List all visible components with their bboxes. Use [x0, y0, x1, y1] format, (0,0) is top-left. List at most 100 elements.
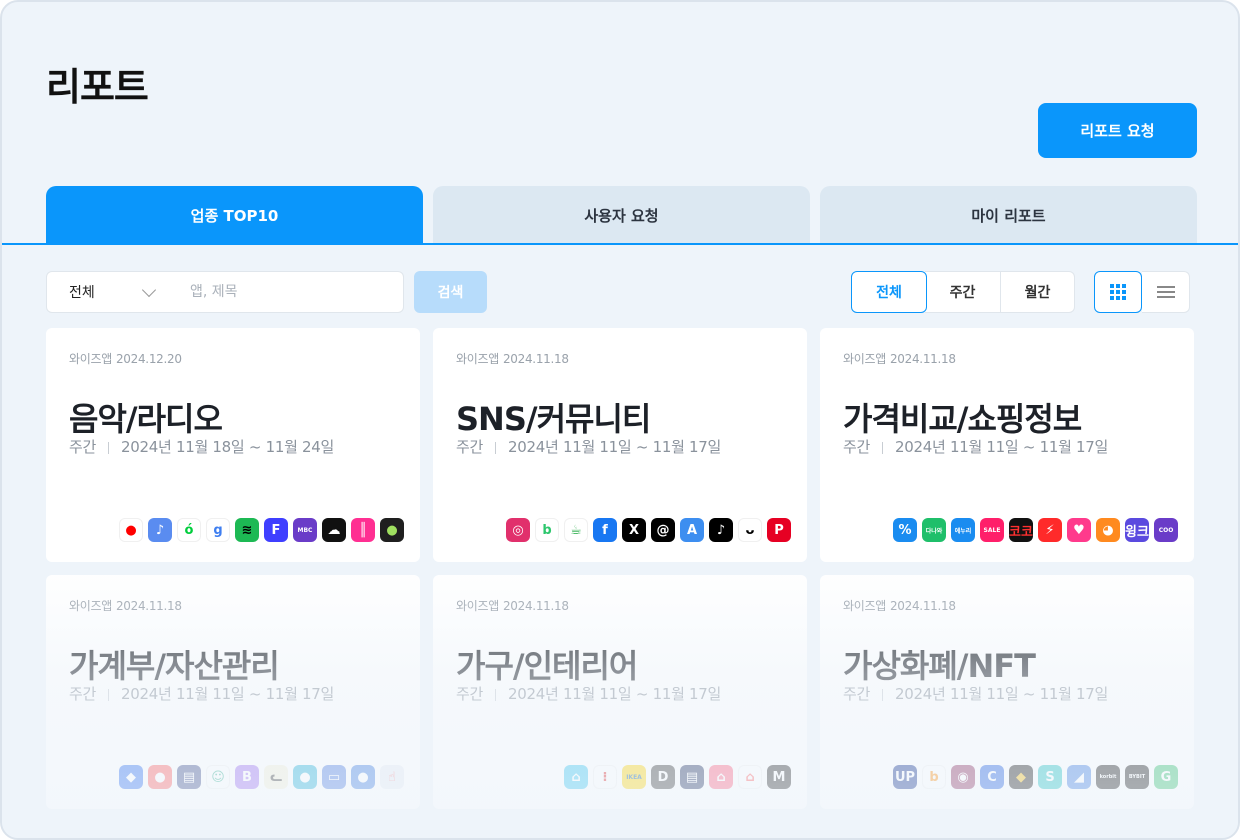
report-card[interactable]: 와이즈앱 2024.11.18 가구/인테리어 주간 2024년 11월 11일 ~ 1… [433, 575, 807, 809]
card-source: 와이즈앱 [69, 599, 112, 613]
search-button[interactable]: 검색 [414, 271, 487, 313]
x-icon: X [622, 518, 646, 542]
receipt-icon: ▤ [177, 765, 201, 789]
hanssem-icon: ⁝ [593, 765, 617, 789]
s-icon: S [1038, 765, 1062, 789]
card-title: 가격비교/쇼핑정보 [843, 400, 1082, 438]
card-date-range: 2024년 11월 11일 ~ 11월 17일 [508, 438, 722, 456]
shopping-deal-icon: SALE [980, 518, 1004, 542]
mbc-radio-icon: MBC [293, 518, 317, 542]
coin-icon: ◉ [951, 765, 975, 789]
coupon-icon: % [893, 518, 917, 542]
card-date: 2024.11.18 [115, 599, 182, 613]
soundcloud-icon: ☁ [322, 518, 346, 542]
period-all-button[interactable]: 전체 [851, 271, 927, 313]
divider [495, 441, 497, 454]
divider [495, 688, 497, 701]
lightning-icon: ⚡ [1038, 518, 1062, 542]
app-icon-list: ● ♪ ó g ≋ F MBC ☁ ║ ● [119, 518, 404, 542]
cat-ledger-icon: ᓚ [264, 765, 288, 789]
app-icon-list: ◎ b ☕ f X @ A ♪ ᴗ P [506, 518, 791, 542]
report-card[interactable]: 와이즈앱 2024.11.18 가계부/자산관리 주간 2024년 11월 11일 ~ … [46, 575, 420, 809]
card-period-type: 주간 [69, 438, 97, 456]
instagram-icon: ◎ [506, 518, 530, 542]
report-card[interactable]: 와이즈앱 2024.11.18 가격비교/쇼핑정보 주간 2024년 11월 11일 ~… [820, 328, 1194, 562]
shiba-icon: ◕ [1096, 518, 1120, 542]
period-weekly-button[interactable]: 주간 [925, 271, 1001, 313]
card-title: 가계부/자산관리 [69, 647, 280, 685]
upbit-icon: UP [893, 765, 917, 789]
app-icon-list: UP b ◉ C ◆ S ◢ korbit BYBIT G [893, 765, 1178, 789]
divider [882, 441, 884, 454]
genie-icon: g [206, 518, 230, 542]
card-title: 음악/라디오 [69, 400, 223, 438]
category-select-value: 전체 [69, 285, 95, 301]
tab-my-report[interactable]: 마이 리포트 [820, 186, 1197, 244]
band-icon: b [535, 518, 559, 542]
category-select[interactable]: 전체 [46, 271, 171, 313]
app-icon-list: % 다나와 에누리 SALE 코코 ⚡ ♥ ◕ 윙크 COO [893, 518, 1178, 542]
magazine-icon: ▤ [680, 765, 704, 789]
card-icon: ▭ [322, 765, 346, 789]
bunjang-smile-icon: ᴗ [738, 518, 762, 542]
piggy-bank-icon: ● [148, 765, 172, 789]
card-date: 2024.12.20 [115, 352, 182, 366]
card-period: 주간 2024년 11월 11일 ~ 11월 17일 [69, 683, 334, 704]
card-source: 와이즈앱 [69, 352, 112, 366]
facebook-icon: f [593, 518, 617, 542]
card-date: 2024.11.18 [502, 599, 569, 613]
tab-industry-top10[interactable]: 업종 TOP10 [46, 186, 423, 244]
card-period: 주간 2024년 11월 11일 ~ 11월 17일 [843, 683, 1108, 704]
pinky-icon: ♥ [1067, 518, 1091, 542]
chevron-down-icon [141, 282, 157, 298]
card-meta: 와이즈앱 2024.11.18 [843, 350, 956, 367]
threads-icon: @ [651, 518, 675, 542]
list-view-button[interactable] [1142, 271, 1190, 313]
m-icon: M [767, 765, 791, 789]
bithumb-icon: b [922, 765, 946, 789]
coco-discount-icon: 코코 [1009, 518, 1033, 542]
house-outline-icon: ⌂ [738, 765, 762, 789]
apple-music-icon: ♪ [148, 518, 172, 542]
card-date: 2024.11.18 [889, 599, 956, 613]
b-ledger-icon: B [235, 765, 259, 789]
card-source: 와이즈앱 [456, 352, 499, 366]
tab-underline [2, 243, 1238, 245]
search-input[interactable] [170, 271, 404, 313]
bybit-icon: BYBIT [1125, 765, 1149, 789]
report-card[interactable]: 와이즈앱 2024.11.18 SNS/커뮤니티 주간 2024년 11월 11일 ~ … [433, 328, 807, 562]
wink-icon: 윙크 [1125, 518, 1149, 542]
tiktok-icon: ♪ [709, 518, 733, 542]
app-icon-list: ⌂ ⁝ IKEA D ▤ ⌂ ⌂ M [564, 765, 791, 789]
app-icon-list: ◆ ● ▤ ☺ B ᓚ ● ▭ ● ☝ [119, 765, 404, 789]
period-monthly-button[interactable]: 월간 [1000, 271, 1075, 313]
report-card[interactable]: 와이즈앱 2024.11.18 가상화폐/NFT 주간 2024년 11월 11일 ~ … [820, 575, 1194, 809]
card-date-range: 2024년 11월 11일 ~ 11월 17일 [508, 685, 722, 703]
d-icon: D [651, 765, 675, 789]
card-date-range: 2024년 11월 11일 ~ 11월 17일 [121, 685, 335, 703]
ikea-icon: IKEA [622, 765, 646, 789]
pinterest-icon: P [767, 518, 791, 542]
pig-icon: ● [293, 765, 317, 789]
divider [108, 688, 110, 701]
hand-icon: ☝ [380, 765, 404, 789]
flo-icon: F [264, 518, 288, 542]
request-report-button[interactable]: 리포트 요청 [1038, 103, 1197, 158]
smile-icon: ☺ [206, 765, 230, 789]
card-source: 와이즈앱 [843, 599, 886, 613]
divider [882, 688, 884, 701]
card-period: 주간 2024년 11월 11일 ~ 11월 17일 [456, 683, 721, 704]
korbit-icon: korbit [1096, 765, 1120, 789]
card-date: 2024.11.18 [502, 352, 569, 366]
report-page: 리포트 리포트 요청 업종 TOP10 사용자 요청 마이 리포트 전체 검색 … [0, 0, 1240, 840]
page-title: 리포트 [46, 65, 149, 109]
g-icon: G [1154, 765, 1178, 789]
report-card[interactable]: 와이즈앱 2024.12.20 음악/라디오 주간 2024년 11월 18일 ~ 11… [46, 328, 420, 562]
bird-icon: ◢ [1067, 765, 1091, 789]
card-date-range: 2024년 11월 11일 ~ 11월 17일 [895, 438, 1109, 456]
card-period-type: 주간 [843, 438, 871, 456]
tab-user-request[interactable]: 사용자 요청 [433, 186, 810, 244]
grid-view-button[interactable] [1094, 271, 1142, 313]
home-icon: ⌂ [709, 765, 733, 789]
card-meta: 와이즈앱 2024.11.18 [69, 597, 182, 614]
